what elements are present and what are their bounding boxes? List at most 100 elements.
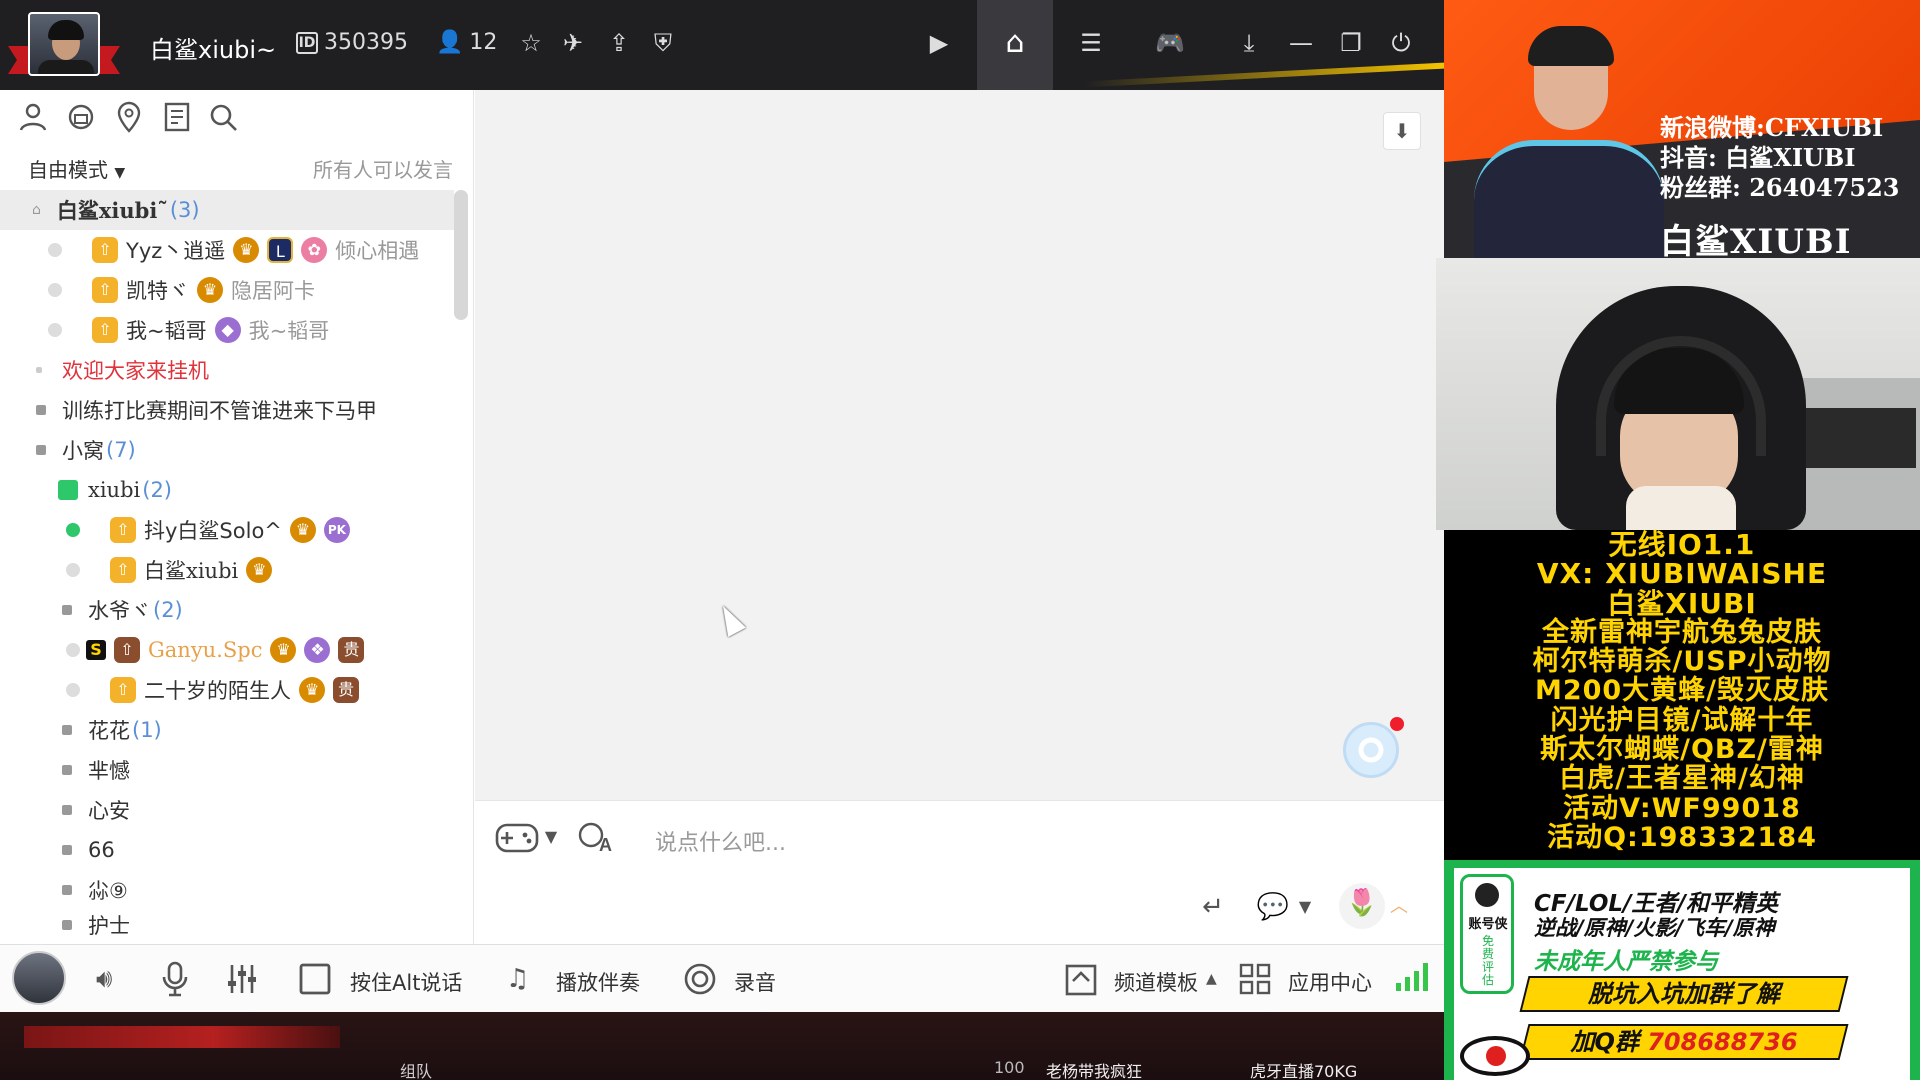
minimize-icon[interactable]: — xyxy=(1286,28,1316,58)
font-style-icon[interactable]: A xyxy=(575,817,615,857)
crown-icon: ♛ xyxy=(233,237,260,263)
speak-mode-dropdown[interactable]: 自由模式 ▼ xyxy=(28,154,125,183)
member-row[interactable]: ⇧ 白鲨xiubi ♛ xyxy=(0,550,454,590)
sub-channel-name: 尛⑨ xyxy=(88,879,128,903)
floating-gear-button[interactable] xyxy=(1343,717,1404,778)
channel-tree-scrollbar[interactable] xyxy=(454,190,468,320)
enter-icon[interactable]: ↵ xyxy=(1193,887,1233,927)
ad-pill: 脱坑入坑加群了解 xyxy=(1519,976,1849,1012)
member-name: 白鲨xiubi xyxy=(144,559,239,583)
member-row[interactable]: ⇧ 凯特ヾ ♛ 隐居阿卡 xyxy=(0,270,454,310)
lock-icon xyxy=(62,920,72,930)
game-emoji-icon[interactable] xyxy=(493,817,541,857)
sub-channel-welcome[interactable]: 欢迎大家来挂机 xyxy=(0,350,454,390)
restore-icon[interactable]: ❐ xyxy=(1336,28,1366,58)
channel-template-button[interactable]: 频道模板 xyxy=(1114,967,1198,997)
notes-icon[interactable] xyxy=(160,100,194,134)
scroll-to-bottom-button[interactable]: ⬇ xyxy=(1383,112,1421,150)
record-icon[interactable] xyxy=(682,959,718,999)
search-icon[interactable] xyxy=(206,100,240,134)
user-name[interactable]: 白鲨xiubi~ xyxy=(150,30,276,65)
ad-line: 逆战/原神/火影/飞车/原神 xyxy=(1534,916,1775,940)
shield-alert-icon[interactable]: ⛨ xyxy=(648,28,678,58)
home-tab[interactable]: ⌂ xyxy=(977,0,1053,90)
logo-tag: 免费评估 xyxy=(1481,934,1494,987)
bullet-icon xyxy=(36,367,42,373)
flower-gift-icon[interactable]: 🌷 xyxy=(1339,883,1385,929)
sub-channel-name: 芈憾 xyxy=(88,759,130,783)
id-icon: ID xyxy=(296,31,318,54)
chevron-down-icon[interactable]: ▼ xyxy=(1293,887,1317,927)
member-count[interactable]: 👤 12 xyxy=(436,30,497,55)
channel-root[interactable]: ⌂ 白鲨xiubi˜ (3) xyxy=(0,190,454,230)
member-row[interactable]: ⇧ 二十岁的陌生人 ♛ 贵 xyxy=(0,670,454,710)
checkbox-icon[interactable] xyxy=(298,959,332,999)
speaker-icon[interactable]: 🔊︎ xyxy=(96,959,112,999)
sub-channel[interactable]: 66 xyxy=(0,830,454,870)
streamer-brand: 白鲨XIUBI xyxy=(1660,222,1852,258)
template-icon[interactable] xyxy=(1064,959,1098,999)
member-row[interactable]: ⇧ Yyz丶逍遥 ♛ L ✿ 倾心相遇 xyxy=(0,230,454,270)
member-name: Ganyu.Spc xyxy=(148,638,263,662)
member-row[interactable]: ⇧ 抖y白鲨Solo^ ♛ PK xyxy=(0,510,454,550)
chevron-down-icon: ▼ xyxy=(114,165,126,181)
sub-channel[interactable]: 护士 xyxy=(0,905,454,945)
promo-line: 活动V:WF99018 xyxy=(1563,792,1801,824)
app-grid-icon[interactable] xyxy=(1238,959,1272,999)
music-note-icon[interactable]: ♫ xyxy=(506,959,529,999)
mixer-icon[interactable] xyxy=(224,959,260,999)
download-icon[interactable]: ⤓ xyxy=(1234,28,1264,58)
promo-line: 活动Q:198332184 xyxy=(1547,821,1817,853)
ad-pill-text: 脱坑入坑加群了解 xyxy=(1588,980,1780,1008)
microphone-icon[interactable] xyxy=(160,959,190,999)
sub-channel[interactable]: 芈憾 xyxy=(0,750,454,790)
hud-player-name: 老杨带我疯狂 xyxy=(1046,1062,1143,1080)
chat-input-field[interactable]: 说点什么吧... xyxy=(655,825,786,857)
self-avatar[interactable] xyxy=(12,951,66,1005)
svg-text:A: A xyxy=(599,835,612,855)
sub-channel[interactable]: 尛⑨ xyxy=(0,870,454,910)
play-music-button[interactable]: 播放伴奏 xyxy=(556,967,640,997)
support-icon[interactable] xyxy=(64,100,98,134)
sub-channel-notice[interactable]: 训练打比赛期间不管谁进来下马甲 xyxy=(0,390,454,430)
member-tail-label: 倾心相遇 xyxy=(335,239,420,263)
lock-icon xyxy=(62,885,72,895)
sub-channel-xiaowo[interactable]: 小窝 (7) xyxy=(0,430,454,470)
user-icon[interactable] xyxy=(16,100,50,134)
gamepad-icon[interactable]: 🎮 xyxy=(1150,28,1190,58)
promo-line: M200大黄蜂/毁灭皮肤 xyxy=(1534,675,1830,707)
app-center-button[interactable]: 应用中心 xyxy=(1288,967,1372,997)
record-button[interactable]: 录音 xyxy=(734,967,776,997)
location-icon[interactable] xyxy=(112,100,146,134)
lock-icon xyxy=(62,845,72,855)
sub-channel-shuiye[interactable]: 水爷ヾ (2) xyxy=(0,590,454,630)
member-row[interactable]: S ⇧ Ganyu.Spc ♛ ❖ 贵 xyxy=(0,630,454,670)
star-icon[interactable]: ☆ xyxy=(516,28,546,58)
promo-line: VX: XIUBIWAISHE xyxy=(1536,557,1828,591)
push-to-talk-label[interactable]: 按住Alt说话 xyxy=(350,967,462,997)
power-icon[interactable]: ⏻ xyxy=(1386,28,1416,58)
sub-channel-xiubi[interactable]: xiubi (2) xyxy=(0,470,454,510)
chevron-up-icon[interactable]: ▲ xyxy=(1206,959,1217,999)
user-avatar[interactable] xyxy=(28,12,100,76)
vip-badge-icon: ⇧ xyxy=(114,637,140,663)
gear-icon xyxy=(1358,737,1384,763)
home-icon: ⌂ xyxy=(1005,25,1025,60)
screen: 白鲨xiubi~ ID 350395 👤 12 ☆ ✈ ⇪ ⛨ ▶ ⌂ ☰ 🎮 … xyxy=(0,0,1920,1080)
promo-line: 斯太尔蝴蝶/QBZ/雷神 xyxy=(1540,734,1824,766)
member-row[interactable]: ⇧ 我~韬哥 ◆ 我~韬哥 xyxy=(0,310,454,350)
sub-channel[interactable]: 心安 xyxy=(0,790,454,830)
share-icon[interactable]: ⇪ xyxy=(604,28,634,58)
sub-channel-count: (2) xyxy=(142,478,172,502)
plane-icon[interactable]: ✈ xyxy=(558,28,588,58)
chevron-down-icon[interactable]: ▼ xyxy=(539,817,563,857)
streamer-info-banner: 新浪微博:CFXIUBI 抖音: 白鲨XIUBI 粉丝群: 264047523 … xyxy=(1444,0,1920,258)
lock-icon xyxy=(36,445,46,455)
chevron-up-icon[interactable]: ︿ xyxy=(1387,887,1411,927)
sub-channel-name: 小窝 xyxy=(62,439,104,463)
chat-message-area[interactable]: ⬇ xyxy=(475,90,1444,800)
speech-bubble-icon[interactable]: 💬 xyxy=(1253,887,1293,927)
sub-channel-huahua[interactable]: 花花 (1) xyxy=(0,710,454,750)
list-icon[interactable]: ☰ xyxy=(1076,28,1106,58)
video-icon[interactable]: ▶ xyxy=(924,28,954,58)
